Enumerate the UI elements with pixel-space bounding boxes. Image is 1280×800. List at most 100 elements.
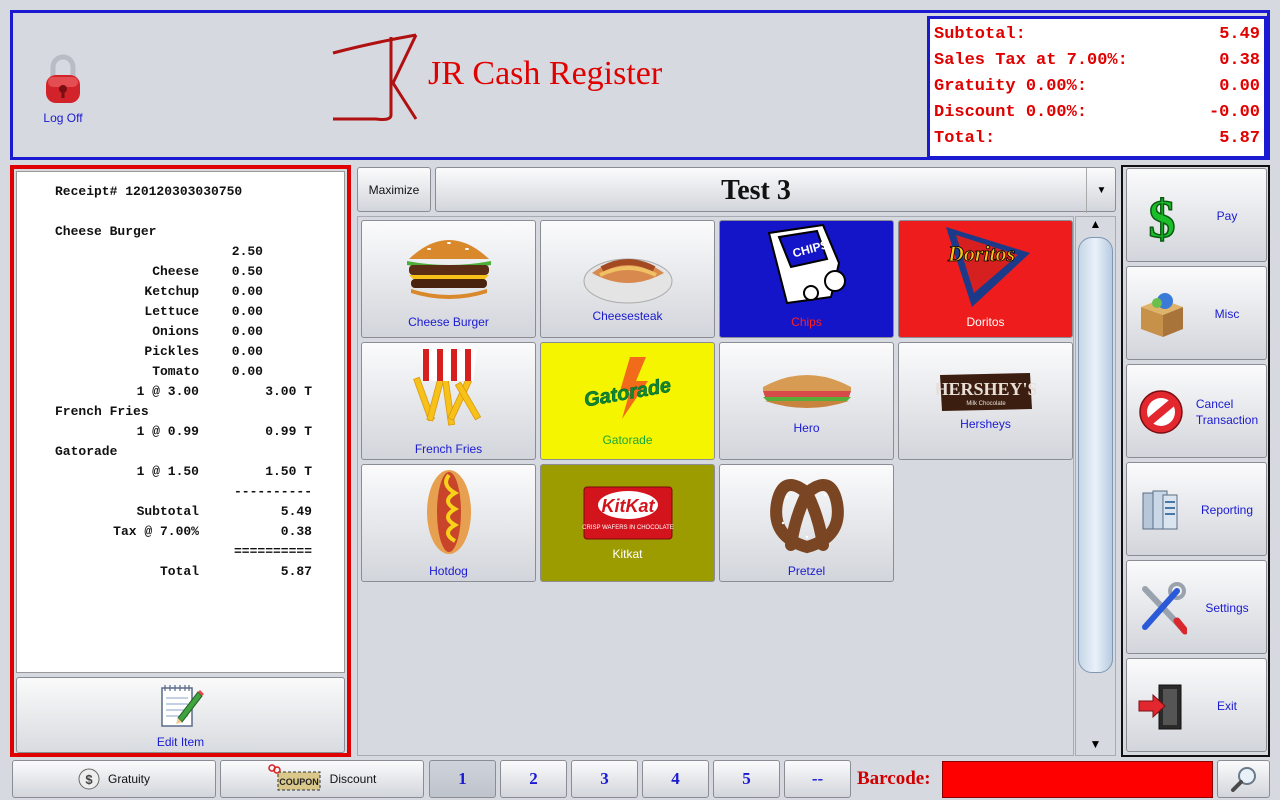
edit-item-label: Edit Item bbox=[156, 735, 205, 749]
svg-text:HERSHEY'S: HERSHEY'S bbox=[936, 379, 1036, 399]
receipt-line-label: Pickles bbox=[144, 344, 199, 359]
receipt-line-modifier-price: 0.50 bbox=[231, 264, 263, 279]
maximize-label: Maximize bbox=[368, 182, 420, 197]
receipt-line-amount: 0.99 T bbox=[265, 424, 312, 439]
notepad-pencil-icon bbox=[160, 685, 204, 727]
svg-text:Doritos: Doritos bbox=[947, 241, 1015, 266]
receipt-line: Gatorade bbox=[17, 444, 346, 464]
receipt-line-label: Gatorade bbox=[55, 444, 118, 459]
receipt-line-modifier-price: 0.00 bbox=[231, 344, 263, 359]
exit-label: Exit bbox=[1216, 699, 1237, 713]
page-button-1[interactable]: 1 bbox=[429, 760, 496, 798]
item-label: Hotdog bbox=[429, 564, 468, 578]
receipt-line: 1 @ 1.50 1.50 T bbox=[17, 464, 346, 484]
totals-row-total: Total: 5.87 bbox=[934, 129, 1260, 148]
page-button-4[interactable]: 4 bbox=[642, 760, 709, 798]
receipt-number: Receipt# 120120303030750 bbox=[55, 184, 243, 199]
page-button-more[interactable]: -- bbox=[784, 760, 851, 798]
chevron-down-icon[interactable]: ▼ bbox=[1086, 168, 1116, 213]
receipt-line-label: Onions bbox=[152, 324, 199, 339]
receipt-text[interactable]: Receipt# 120120303030750 Cheese Burger 2.… bbox=[16, 171, 345, 673]
receipt-line: ========== bbox=[17, 544, 346, 564]
receipt-line: Cheese 0.50 bbox=[17, 264, 346, 284]
item-cheesesteak[interactable]: Cheesesteak bbox=[540, 220, 715, 338]
scroll-up-icon[interactable]: ▲ bbox=[1076, 217, 1115, 235]
totals-row-discount: Discount 0.00%: -0.00 bbox=[934, 103, 1260, 122]
item-hero[interactable]: Hero bbox=[719, 342, 894, 460]
item-pretzel[interactable]: Pretzel bbox=[719, 464, 894, 582]
receipt-line-label: Cheese Burger bbox=[55, 224, 157, 239]
reporting-button[interactable]: Reporting bbox=[1126, 462, 1267, 556]
receipt-line-amount: 5.49 bbox=[280, 504, 312, 519]
misc-button[interactable]: Misc bbox=[1126, 266, 1267, 360]
receipt-line-label: Tomato bbox=[152, 364, 199, 379]
kitkat-icon: KitKat CRISP WAFERS IN CHOCOLATE bbox=[582, 486, 674, 540]
exit-button[interactable]: Exit bbox=[1126, 658, 1267, 752]
item-doritos[interactable]: Doritos Doritos bbox=[898, 220, 1073, 338]
magnifier-icon bbox=[1230, 767, 1256, 792]
gratuity-button[interactable]: $ Gratuity bbox=[12, 760, 216, 798]
scroll-thumb[interactable] bbox=[1078, 237, 1113, 673]
misc-label: Misc bbox=[1214, 307, 1240, 321]
category-select[interactable]: Test 3 ▼ bbox=[435, 167, 1116, 213]
receipt-line-modifier-price: 0.00 bbox=[231, 304, 263, 319]
lock-icon bbox=[43, 53, 83, 105]
chips-icon: CHIPS bbox=[767, 223, 846, 305]
cancel-icon bbox=[1139, 390, 1183, 434]
scroll-down-icon[interactable]: ▼ bbox=[1076, 737, 1115, 755]
barcode-input[interactable] bbox=[942, 761, 1213, 798]
hotdog-icon bbox=[427, 470, 471, 554]
item-cheese-burger[interactable]: Cheese Burger bbox=[361, 220, 536, 338]
settings-button[interactable]: Settings bbox=[1126, 560, 1267, 654]
header-panel: Log Off JR Cash Register Subtotal: 5.49 S… bbox=[10, 10, 1270, 160]
fries-icon bbox=[413, 349, 482, 426]
receipt-line: Ketchup 0.00 bbox=[17, 284, 346, 304]
discount-button[interactable]: COUPON Discount bbox=[220, 760, 424, 798]
maximize-button[interactable]: Maximize bbox=[357, 167, 431, 212]
receipt-line: Cheese Burger bbox=[17, 224, 346, 244]
pay-button[interactable]: $ Pay bbox=[1126, 168, 1267, 262]
edit-item-button[interactable]: Edit Item bbox=[16, 677, 345, 753]
receipt-line-label: Lettuce bbox=[144, 304, 199, 319]
burger-icon bbox=[407, 240, 491, 299]
item-hotdog[interactable]: Hotdog bbox=[361, 464, 536, 582]
item-french-fries[interactable]: French Fries bbox=[361, 342, 536, 460]
item-label: Hero bbox=[793, 421, 820, 435]
item-label: Cheesesteak bbox=[592, 309, 663, 323]
coupon-icon: COUPON bbox=[267, 764, 321, 791]
receipt-line: 1 @ 3.00 3.00 T bbox=[17, 384, 346, 404]
receipt-line-label: Total bbox=[159, 564, 199, 579]
cancel-transaction-button[interactable]: Cancel Transaction bbox=[1126, 364, 1267, 458]
svg-text:KitKat: KitKat bbox=[602, 496, 656, 516]
hero-sandwich-icon bbox=[763, 375, 851, 408]
item-chips[interactable]: CHIPS Chips bbox=[719, 220, 894, 338]
totals-row-tax: Sales Tax at 7.00%: 0.38 bbox=[934, 51, 1260, 70]
receipt-line: Lettuce 0.00 bbox=[17, 304, 346, 324]
svg-text:$: $ bbox=[85, 772, 93, 787]
settings-label: Settings bbox=[1205, 601, 1249, 615]
reporting-icon bbox=[1142, 490, 1178, 530]
receipt-line-label: 1 @ 0.99 bbox=[136, 424, 199, 439]
item-scrollbar[interactable]: ▲ ▼ bbox=[1075, 216, 1116, 756]
receipt-line: French Fries bbox=[17, 404, 346, 424]
page-button-3[interactable]: 3 bbox=[571, 760, 638, 798]
logoff-button[interactable]: Log Off bbox=[33, 53, 93, 125]
item-gatorade[interactable]: Gatorade Gatorade bbox=[540, 342, 715, 460]
reporting-label: Reporting bbox=[1200, 503, 1254, 517]
receipt-line-amount: ========== bbox=[233, 544, 312, 559]
search-button[interactable] bbox=[1217, 760, 1270, 798]
receipt-line: 1 @ 0.99 0.99 T bbox=[17, 424, 346, 444]
receipt-line-modifier-price: 2.50 bbox=[231, 244, 263, 259]
item-kitkat[interactable]: KitKat CRISP WAFERS IN CHOCOLATE Kitkat bbox=[540, 464, 715, 582]
pretzel-icon bbox=[770, 479, 844, 554]
cheesesteak-icon bbox=[583, 258, 673, 304]
item-hersheys[interactable]: HERSHEY'S Milk Chocolate Hersheys bbox=[898, 342, 1073, 460]
receipt-line: Tax @ 7.00% 0.38 bbox=[17, 524, 346, 544]
item-label: Chips bbox=[791, 315, 822, 329]
logoff-label: Log Off bbox=[43, 111, 83, 125]
svg-text:COUPON: COUPON bbox=[279, 777, 319, 787]
receipt-panel: Receipt# 120120303030750 Cheese Burger 2.… bbox=[10, 165, 351, 757]
page-button-5[interactable]: 5 bbox=[713, 760, 780, 798]
receipt-line-amount: 0.38 bbox=[280, 524, 312, 539]
page-button-2[interactable]: 2 bbox=[500, 760, 567, 798]
